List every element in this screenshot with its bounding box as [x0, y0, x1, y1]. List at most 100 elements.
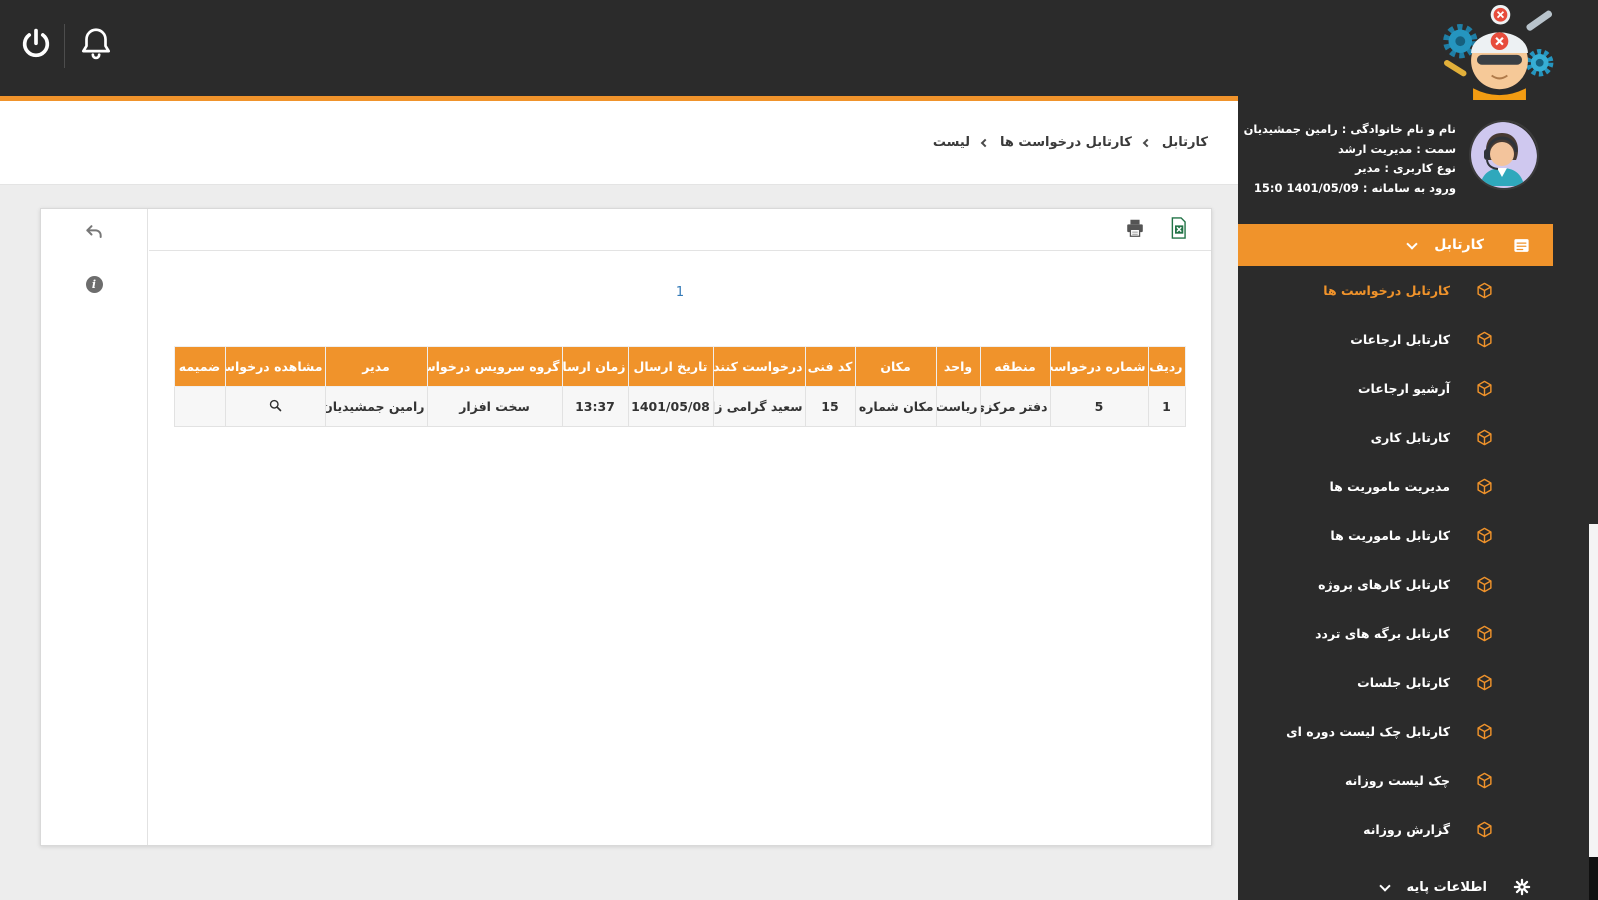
cartable-icon — [1512, 236, 1531, 255]
user-avatar — [1469, 120, 1539, 190]
power-button[interactable] — [14, 24, 58, 68]
cube-icon — [1476, 429, 1493, 446]
sidebar-item-label: کارتابل برگه های تردد — [1315, 626, 1450, 641]
cube-icon — [1476, 380, 1493, 397]
col-region: منطقه — [979, 346, 1051, 387]
bell-icon — [77, 25, 115, 67]
cell-location: مکان شماره 1 — [854, 386, 937, 427]
user-info: نام و نام خانوادگی : رامین جمشیدیان سمت … — [1244, 120, 1456, 220]
excel-export-button[interactable] — [1168, 216, 1189, 244]
breadcrumb-item-list: لیست — [932, 135, 971, 150]
col-manager: مدیر — [324, 346, 428, 387]
topbar — [0, 0, 1598, 96]
col-row-no: ردیف — [1147, 346, 1186, 387]
col-sent-time: زمان ارسال — [561, 346, 629, 387]
col-unit: واحد — [935, 346, 981, 387]
scrollbar-thumb[interactable] — [1589, 857, 1598, 900]
pagination: 1 — [149, 281, 1211, 300]
sidebar-item-label: کارتابل ارجاعات — [1350, 332, 1450, 347]
print-icon — [1124, 217, 1146, 243]
breadcrumb-item-requests[interactable]: کارتابل درخواست ها — [1000, 135, 1132, 150]
sidebar-item-label: آرشیو ارجاعات — [1357, 381, 1450, 396]
sidebar-item-missions-cartable[interactable]: کارتابل ماموریت ها — [1238, 511, 1553, 560]
sidebar-item-label: کارتابل کاری — [1370, 430, 1450, 445]
sidebar-item-cartable-requests[interactable]: کارتابل درخواست ها — [1238, 266, 1553, 315]
cube-icon — [1476, 772, 1493, 789]
sidebar-section-base-data[interactable]: اطلاعات پایه — [1238, 866, 1553, 900]
sidebar-item-project-tasks[interactable]: کارتابل کارهای پروژه — [1238, 560, 1553, 609]
sidebar-item-label: مدیریت ماموریت ها — [1329, 479, 1450, 494]
chevron-left-icon — [1142, 138, 1152, 147]
cube-icon — [1476, 331, 1493, 348]
sidebar-item-missions-management[interactable]: مدیریت ماموریت ها — [1238, 462, 1553, 511]
cell-attachment — [173, 386, 226, 427]
cell-unit: ریاست — [935, 386, 981, 427]
cell-view-request — [224, 386, 326, 427]
content-card: i 1 ردیف شماره درخواست منطقه واحد مکان ک… — [40, 208, 1212, 846]
user-position: سمت : مدیریت ارشد — [1337, 141, 1456, 156]
cube-icon — [1476, 625, 1493, 642]
mascot-graphic — [1440, 2, 1559, 104]
cube-icon — [1476, 478, 1493, 495]
topbar-divider — [64, 24, 65, 68]
col-view-request: مشاهده درخواست — [224, 346, 326, 387]
table-row: 1 5 دفتر مرکزی ریاست مکان شماره 1 15 سعی… — [173, 386, 1186, 427]
excel-icon — [1168, 216, 1189, 244]
card-side-rail: i — [41, 209, 148, 845]
cell-sent-date: 1401/05/08 — [627, 386, 714, 427]
sidebar-item-daily-checklist[interactable]: چک لیست روزانه — [1238, 756, 1553, 805]
cell-tech-code: 15 — [804, 386, 856, 427]
app-window: کارتابل کارتابل درخواست ها لیست نام و نا… — [0, 0, 1598, 900]
sidebar-item-commute-sheets[interactable]: کارتابل برگه های تردد — [1238, 609, 1553, 658]
sidebar-item-label: کارتابل کارهای پروژه — [1318, 577, 1450, 592]
cube-icon — [1476, 527, 1493, 544]
sidebar-item-work-cartable[interactable]: کارتابل کاری — [1238, 413, 1553, 462]
sidebar-item-referrals-archive[interactable]: آرشیو ارجاعات — [1238, 364, 1553, 413]
pagination-page-1[interactable]: 1 — [676, 285, 684, 300]
col-requester: درخواست کننده — [712, 346, 806, 387]
breadcrumb-item-cartable[interactable]: کارتابل — [1162, 135, 1208, 150]
table-header-row: ردیف شماره درخواست منطقه واحد مکان کد فن… — [173, 346, 1186, 387]
scrollbar-track[interactable] — [1589, 524, 1598, 900]
info-button[interactable]: i — [81, 271, 107, 297]
sidebar-item-label: گزارش روزانه — [1363, 822, 1450, 837]
sidebar-footer-label: اطلاعات پایه — [1406, 879, 1487, 895]
sidebar-item-cartable-referrals[interactable]: کارتابل ارجاعات — [1238, 315, 1553, 364]
cell-requester: سعید گرامی زاده — [712, 386, 806, 427]
col-location: مکان — [854, 346, 937, 387]
chevron-down-icon — [1378, 879, 1391, 892]
sidebar: نام و نام خانوادگی : رامین جمشیدیان سمت … — [1238, 96, 1598, 900]
sidebar-item-meetings-cartable[interactable]: کارتابل جلسات — [1238, 658, 1553, 707]
col-tech-code: کد فنی — [804, 346, 856, 387]
requests-table-wrap: ردیف شماره درخواست منطقه واحد مکان کد فن… — [173, 346, 1186, 427]
sidebar-section-label: کارتابل — [1434, 237, 1484, 253]
notifications-button[interactable] — [74, 24, 118, 68]
col-service-group: گروه سرویس درخواستی — [426, 346, 563, 387]
info-icon: i — [85, 275, 103, 293]
cell-request-no: 5 — [1049, 386, 1149, 427]
col-sent-date: تاریخ ارسال — [627, 346, 714, 387]
magnifier-icon — [268, 398, 283, 416]
cube-icon — [1476, 576, 1493, 593]
cube-icon — [1476, 723, 1493, 740]
back-icon — [84, 222, 104, 246]
view-request-button[interactable] — [268, 398, 283, 416]
back-button[interactable] — [81, 221, 107, 247]
print-button[interactable] — [1124, 217, 1146, 243]
chevron-down-icon — [1406, 237, 1418, 250]
chevron-left-icon — [980, 138, 990, 147]
sidebar-item-label: چک لیست روزانه — [1345, 773, 1450, 788]
user-type: نوع کاربری : مدیر — [1355, 161, 1456, 175]
sidebar-item-label: کارتابل ماموریت ها — [1330, 528, 1450, 543]
sidebar-item-label: کارتابل درخواست ها — [1323, 283, 1450, 298]
user-fullname: نام و نام خانوادگی : رامین جمشیدیان — [1243, 122, 1456, 136]
sidebar-item-daily-report[interactable]: گزارش روزانه — [1238, 805, 1553, 854]
sidebar-item-label: کارتابل جلسات — [1357, 675, 1450, 690]
col-attachment: ضمیمه — [173, 346, 226, 387]
breadcrumb: کارتابل کارتابل درخواست ها لیست — [0, 101, 1238, 185]
sidebar-section-cartable[interactable]: کارتابل — [1238, 224, 1553, 266]
user-panel: نام و نام خانوادگی : رامین جمشیدیان سمت … — [1238, 96, 1553, 220]
sidebar-item-periodic-checklist[interactable]: کارتابل چک لیست دوره ای — [1238, 707, 1553, 756]
cube-icon — [1476, 821, 1493, 838]
col-request-no: شماره درخواست — [1049, 346, 1149, 387]
